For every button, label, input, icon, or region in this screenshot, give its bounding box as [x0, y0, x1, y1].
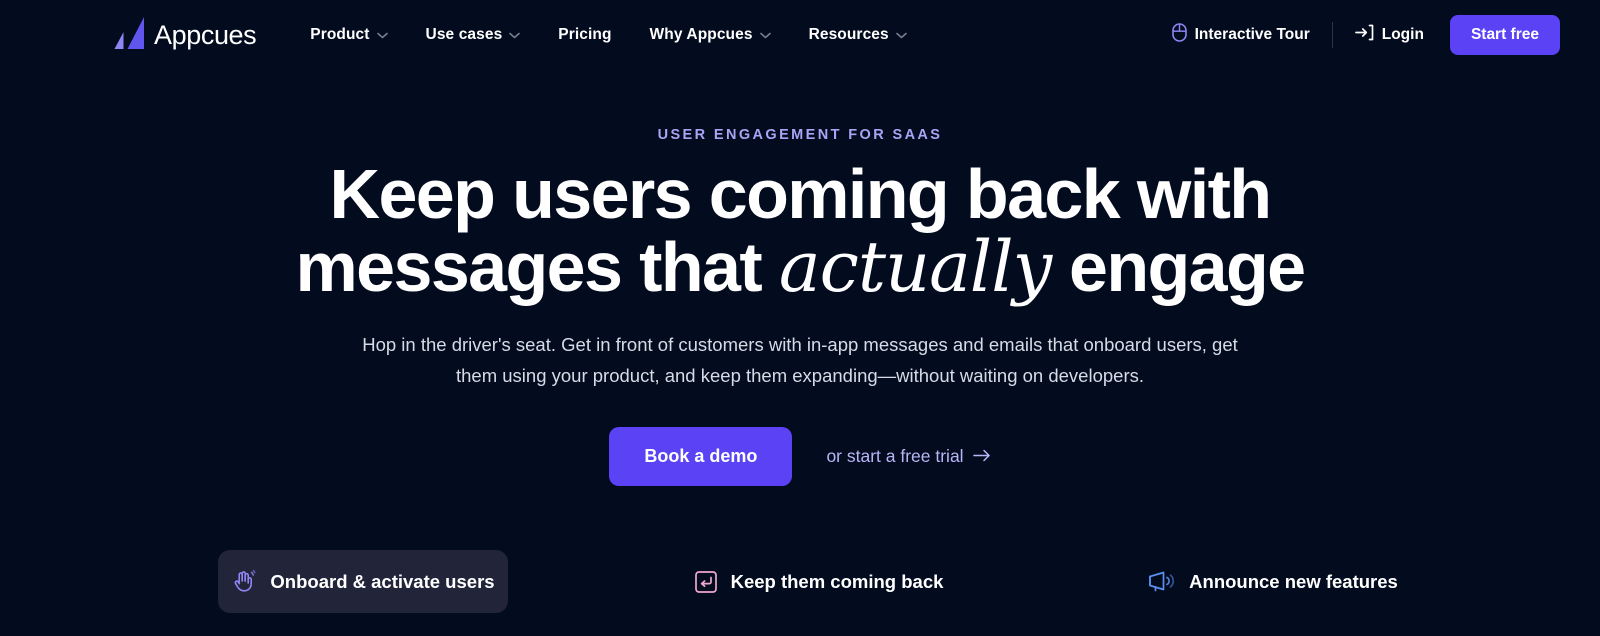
- nav-item-why-appcues-label: Why Appcues: [649, 26, 753, 43]
- appcues-logo-mark-icon: [114, 15, 145, 56]
- hero-tab-strip: Onboard & activate users Keep them comin…: [0, 550, 1600, 636]
- interactive-tour-label: Interactive Tour: [1194, 26, 1310, 43]
- tab-onboard-activate-users[interactable]: Onboard & activate users: [218, 550, 508, 613]
- login-link[interactable]: Login: [1354, 24, 1424, 46]
- hero-headline: Keep users coming back with messages tha…: [0, 155, 1600, 307]
- top-navigation-bar: Appcues Product Use cases Pricing Why Ap…: [0, 0, 1600, 70]
- nav-item-product[interactable]: Product: [310, 26, 388, 44]
- headline-line-1: Keep users coming back with: [329, 155, 1273, 233]
- nav-item-pricing[interactable]: Pricing: [558, 26, 611, 44]
- nav-item-use-cases-label: Use cases: [425, 26, 503, 43]
- nav-item-use-cases[interactable]: Use cases: [426, 26, 521, 44]
- mouse-icon: [1171, 23, 1187, 47]
- tab-keep-them-coming-back-label: Keep them coming back: [730, 570, 944, 592]
- chevron-down-icon: [509, 26, 521, 44]
- hero-section: USER ENGAGEMENT FOR SAAS Keep users comi…: [0, 70, 1600, 487]
- nav-right-actions: Interactive Tour Login Start free: [1171, 15, 1560, 55]
- primary-nav-links: Product Use cases Pricing Why Appcues Re…: [310, 26, 907, 44]
- nav-item-pricing-label: Pricing: [558, 26, 612, 43]
- tab-keep-them-coming-back[interactable]: Keep them coming back: [674, 550, 964, 613]
- login-arrow-icon: [1354, 24, 1374, 46]
- nav-divider: [1331, 22, 1333, 48]
- tab-announce-new-features-label: Announce new features: [1189, 570, 1398, 592]
- headline-line-2-after: engage: [1051, 228, 1306, 307]
- start-free-trial-link[interactable]: or start a free trial: [826, 446, 990, 467]
- appcues-logo[interactable]: Appcues: [114, 15, 257, 56]
- chevron-down-icon: [376, 26, 388, 44]
- tab-announce-new-features[interactable]: Announce new features: [1128, 550, 1418, 613]
- start-free-trial-label: or start a free trial: [826, 446, 964, 467]
- arrow-right-icon: [972, 446, 991, 467]
- book-a-demo-button[interactable]: Book a demo: [609, 427, 793, 487]
- login-label: Login: [1381, 26, 1424, 43]
- tab-onboard-activate-users-label: Onboard & activate users: [270, 570, 495, 592]
- hero-subcopy: Hop in the driver's seat. Get in front o…: [362, 334, 1238, 387]
- chevron-down-icon: [895, 26, 907, 44]
- appcues-logo-text: Appcues: [154, 19, 257, 50]
- chevron-down-icon: [759, 26, 771, 44]
- headline-line-2-before: messages that: [295, 228, 779, 307]
- start-free-button[interactable]: Start free: [1449, 15, 1560, 55]
- nav-item-resources-label: Resources: [808, 26, 889, 43]
- waving-hand-icon: [231, 569, 256, 594]
- nav-item-why-appcues[interactable]: Why Appcues: [650, 26, 771, 44]
- return-key-icon: [694, 570, 717, 593]
- nav-item-resources[interactable]: Resources: [809, 26, 907, 44]
- headline-emphasis-actually: actually: [778, 226, 1052, 309]
- hero-eyebrow: USER ENGAGEMENT FOR SAAS: [657, 127, 943, 143]
- landing-page: Appcues Product Use cases Pricing Why Ap…: [0, 0, 1600, 636]
- interactive-tour-link[interactable]: Interactive Tour: [1171, 23, 1310, 47]
- megaphone-icon: [1148, 570, 1175, 593]
- nav-item-product-label: Product: [310, 26, 370, 43]
- hero-cta-row: Book a demo or start a free trial: [0, 427, 1600, 487]
